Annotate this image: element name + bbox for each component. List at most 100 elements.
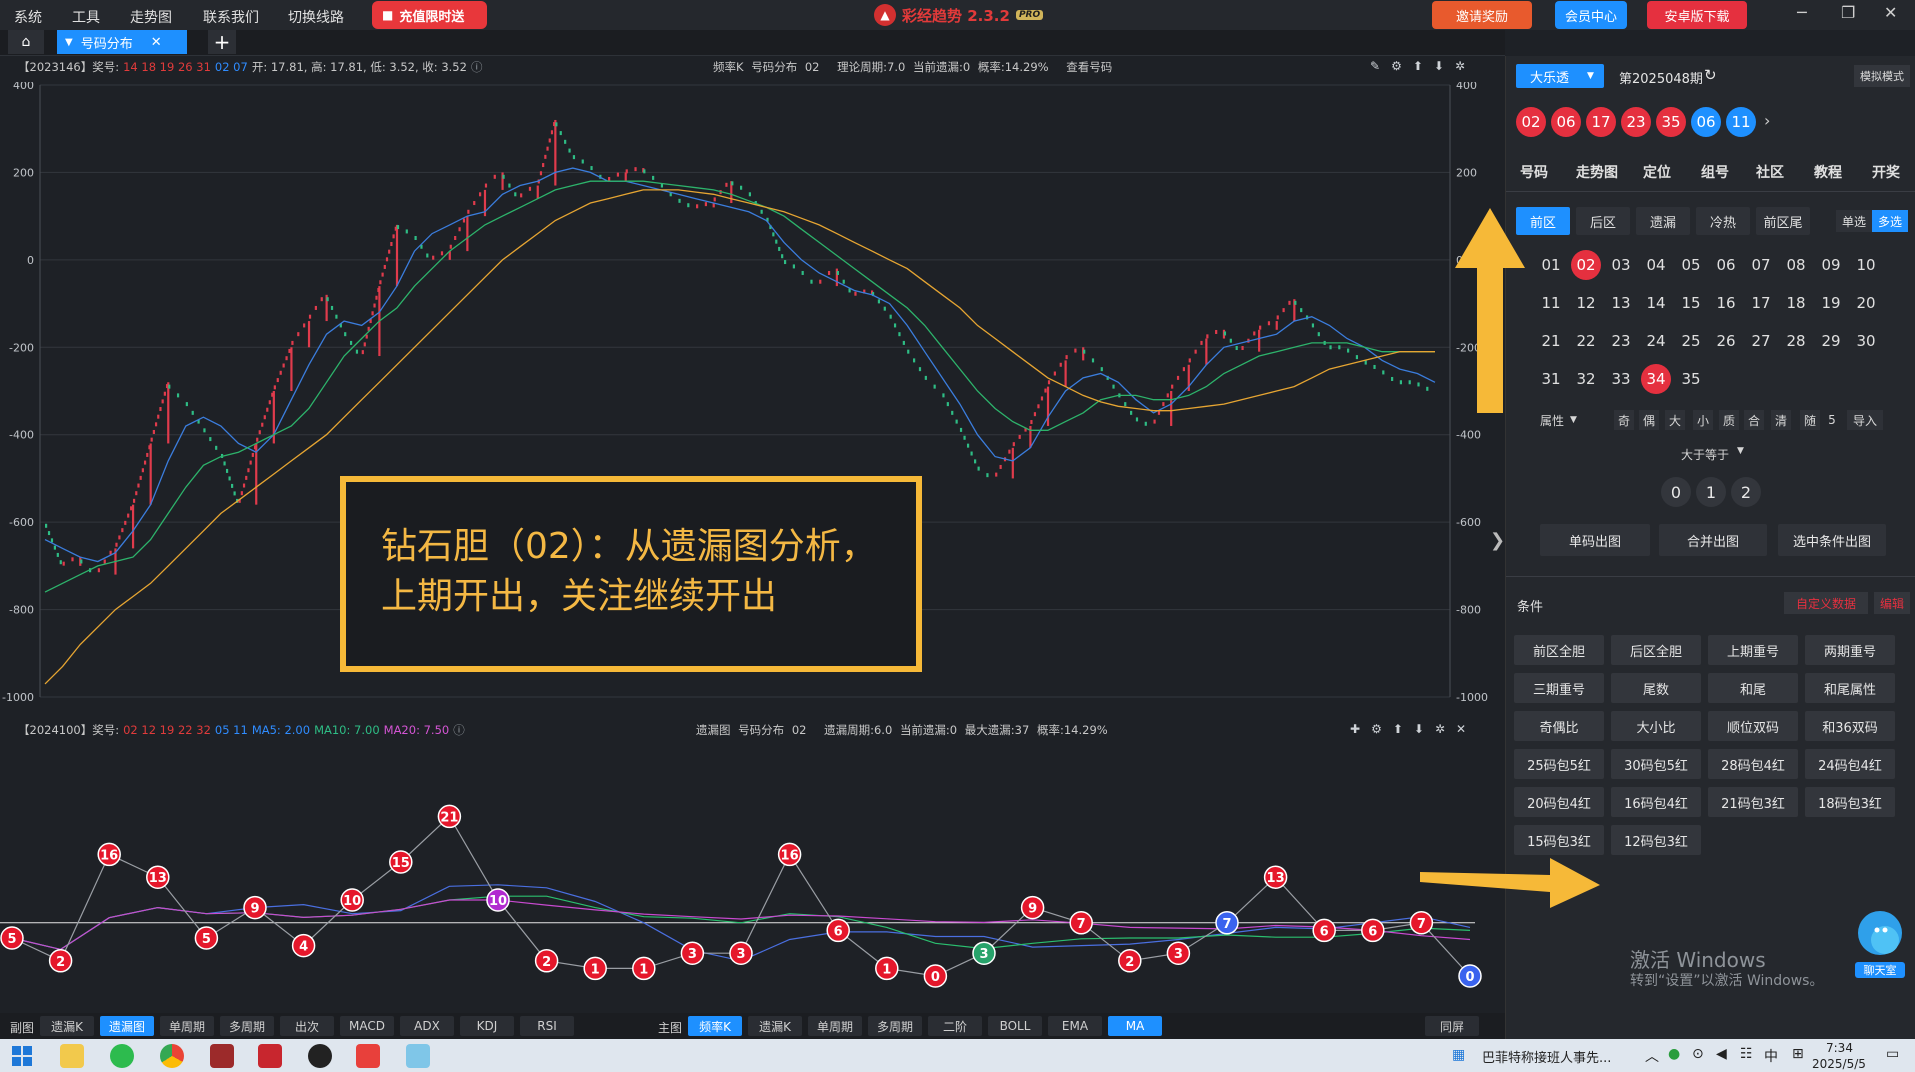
- settings-icon[interactable]: ⚙: [1371, 722, 1382, 736]
- menu-contact[interactable]: 联系我们: [203, 7, 259, 27]
- file-explorer-icon[interactable]: [60, 1044, 84, 1068]
- action-选中条件出图[interactable]: 选中条件出图: [1778, 524, 1886, 556]
- omission-point[interactable]: 0: [1458, 964, 1482, 988]
- lottery-app-icon[interactable]: [258, 1044, 282, 1068]
- nav-tab-开奖[interactable]: 开奖: [1872, 162, 1900, 182]
- number-ball-32[interactable]: 32: [1571, 364, 1601, 394]
- omission-point[interactable]: 1: [875, 956, 899, 981]
- main-tab-遗漏K[interactable]: 遗漏K: [748, 1016, 802, 1036]
- condition-尾数[interactable]: 尾数: [1611, 673, 1701, 703]
- main-tab-EMA[interactable]: EMA: [1048, 1016, 1102, 1036]
- up-icon[interactable]: ⬆: [1393, 722, 1403, 736]
- omission-point[interactable]: 6: [1361, 918, 1385, 943]
- omission-point[interactable]: 13: [1263, 865, 1288, 889]
- number-ball-31[interactable]: 31: [1536, 364, 1566, 394]
- help-icon[interactable]: ⓘ: [453, 723, 465, 737]
- zone-tab-遗漏[interactable]: 遗漏: [1636, 207, 1690, 235]
- sub-tab-多周期[interactable]: 多周期: [220, 1016, 274, 1036]
- sub-tab-KDJ[interactable]: KDJ: [460, 1016, 514, 1036]
- omission-point[interactable]: 10: [486, 888, 510, 912]
- nav-tab-教程[interactable]: 教程: [1814, 162, 1842, 182]
- number-ball-18[interactable]: 18: [1781, 288, 1811, 318]
- number-ball-05[interactable]: 05: [1676, 250, 1706, 280]
- sub-tab-MACD[interactable]: MACD: [340, 1016, 394, 1036]
- gte-option-1[interactable]: 1: [1696, 477, 1726, 507]
- number-ball-30[interactable]: 30: [1851, 326, 1881, 356]
- refresh-icon[interactable]: ↻: [1704, 66, 1717, 84]
- condition-20码包4红[interactable]: 20码包4红: [1514, 787, 1604, 817]
- zone-tab-前区尾[interactable]: 前区尾: [1756, 207, 1810, 235]
- omission-point[interactable]: 6: [1312, 918, 1336, 943]
- condition-30码包5红[interactable]: 30码包5红: [1611, 749, 1701, 779]
- number-ball-17[interactable]: 17: [1746, 288, 1776, 318]
- attr-小[interactable]: 小: [1693, 410, 1713, 430]
- omission-chart[interactable]: 5216135941015211021 13 316610397237136 670: [0, 749, 1490, 1013]
- attr-随[interactable]: 随: [1800, 410, 1820, 430]
- add-tab-button[interactable]: +: [208, 30, 236, 54]
- chat-room-button[interactable]: 聊天室: [1855, 908, 1905, 980]
- attr-偶[interactable]: 偶: [1639, 410, 1659, 430]
- main-tab-单周期[interactable]: 单周期: [808, 1016, 862, 1036]
- gte-option-0[interactable]: 0: [1661, 477, 1691, 507]
- view-numbers-link[interactable]: 查看号码: [1066, 60, 1112, 74]
- volume-icon[interactable]: ◀: [1716, 1046, 1727, 1062]
- sub-tab-RSI[interactable]: RSI: [520, 1016, 574, 1036]
- main-tab-多周期[interactable]: 多周期: [868, 1016, 922, 1036]
- condition-28码包4红[interactable]: 28码包4红: [1708, 749, 1798, 779]
- number-ball-15[interactable]: 15: [1676, 288, 1706, 318]
- number-ball-34[interactable]: 34: [1641, 364, 1671, 394]
- promo-button[interactable]: ■ 充值限时送: [372, 1, 487, 29]
- number-ball-02[interactable]: 02: [1571, 250, 1601, 280]
- settings-icon[interactable]: ⚙: [1391, 59, 1402, 73]
- lottery-select[interactable]: 大乐透 ▼: [1516, 64, 1604, 88]
- number-ball-20[interactable]: 20: [1851, 288, 1881, 318]
- condition-和尾[interactable]: 和尾: [1708, 673, 1798, 703]
- notepad-icon[interactable]: [406, 1044, 430, 1068]
- main-tab-BOLL[interactable]: BOLL: [988, 1016, 1042, 1036]
- number-ball-14[interactable]: 14: [1641, 288, 1671, 318]
- down-icon[interactable]: ⬇: [1414, 722, 1424, 736]
- omission-point[interactable]: 1: [632, 956, 656, 981]
- number-ball-24[interactable]: 24: [1641, 326, 1671, 356]
- omission-point[interactable]: 7: [1215, 911, 1239, 935]
- clock-time[interactable]: 7:34: [1826, 1041, 1853, 1055]
- number-ball-22[interactable]: 22: [1571, 326, 1601, 356]
- number-ball-28[interactable]: 28: [1781, 326, 1811, 356]
- wifi-icon[interactable]: ☷: [1740, 1046, 1753, 1062]
- edit-icon[interactable]: ✎: [1370, 59, 1380, 73]
- news-icon[interactable]: ▦: [1452, 1047, 1465, 1063]
- app-icon[interactable]: [210, 1044, 234, 1068]
- minimize-icon[interactable]: ─: [1797, 3, 1807, 22]
- condition-24码包4红[interactable]: 24码包4红: [1805, 749, 1895, 779]
- help-icon[interactable]: ⓘ: [471, 60, 483, 74]
- number-ball-01[interactable]: 01: [1536, 250, 1566, 280]
- omission-point[interactable]: 2: [48, 949, 73, 973]
- number-ball-06[interactable]: 06: [1711, 250, 1741, 280]
- single-select-button[interactable]: 单选: [1836, 210, 1872, 232]
- number-ball-23[interactable]: 23: [1606, 326, 1636, 356]
- gte-option-2[interactable]: 2: [1731, 477, 1761, 507]
- number-ball-21[interactable]: 21: [1536, 326, 1566, 356]
- sync-screen-button[interactable]: 同屏: [1425, 1016, 1479, 1036]
- sub-tab-遗漏K[interactable]: 遗漏K: [40, 1016, 94, 1036]
- attr-导入[interactable]: 导入: [1847, 410, 1883, 430]
- number-ball-13[interactable]: 13: [1606, 288, 1636, 318]
- condition-18码包3红[interactable]: 18码包3红: [1805, 787, 1895, 817]
- condition-和36双码[interactable]: 和36双码: [1805, 711, 1895, 741]
- sub-tab-单周期[interactable]: 单周期: [160, 1016, 214, 1036]
- menu-switch-line[interactable]: 切换线路: [288, 7, 344, 27]
- omission-point[interactable]: 21: [437, 804, 462, 829]
- member-center-button[interactable]: 会员中心: [1555, 1, 1627, 29]
- nav-tab-组号[interactable]: 组号: [1701, 162, 1729, 182]
- attr-select[interactable]: 属性 ▼: [1540, 410, 1577, 430]
- omission-point[interactable]: 16: [97, 842, 121, 867]
- number-ball-11[interactable]: 11: [1536, 288, 1566, 318]
- number-ball-10[interactable]: 10: [1851, 250, 1881, 280]
- pin-icon[interactable]: ✚: [1350, 722, 1360, 736]
- custom-data-button[interactable]: 自定义数据: [1784, 592, 1868, 614]
- nav-tab-号码[interactable]: 号码: [1520, 162, 1548, 182]
- condition-12码包3红[interactable]: 12码包3红: [1611, 825, 1701, 855]
- multi-select-button[interactable]: 多选: [1872, 210, 1908, 232]
- menu-system[interactable]: 系统: [14, 7, 42, 27]
- windows-start-icon[interactable]: [10, 1044, 34, 1068]
